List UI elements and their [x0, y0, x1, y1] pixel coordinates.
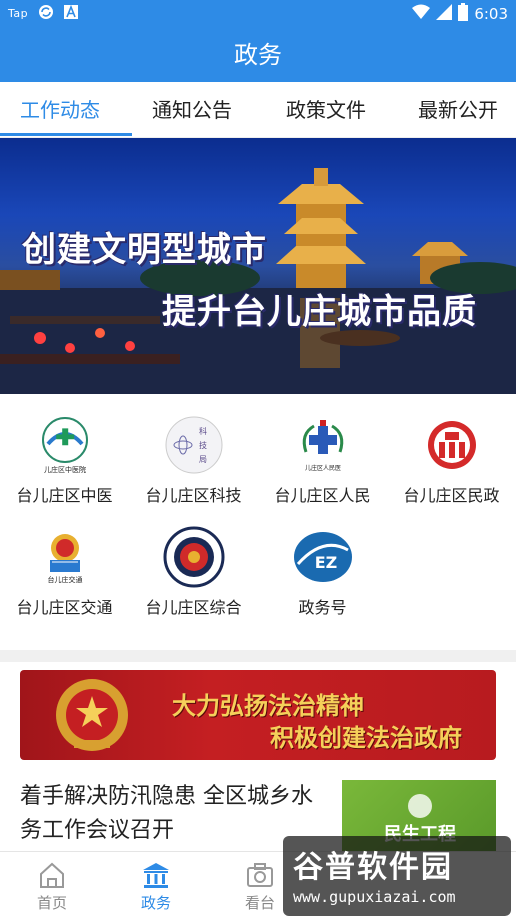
banner-carousel[interactable]: 创建文明型城市 提升台儿庄城市品质	[0, 138, 516, 394]
department-label: 台儿庄区民政	[403, 486, 500, 505]
science-logo-text: 科	[199, 426, 207, 436]
signal-icon	[436, 4, 453, 24]
department-item[interactable]: EZ 政务号	[258, 516, 387, 618]
department-item[interactable]: 儿庄区中医院 台儿庄区中医	[0, 404, 129, 506]
app-notification-icon	[64, 4, 79, 22]
tab-notices[interactable]: 通知公告	[152, 82, 232, 138]
department-item[interactable]: 儿庄区人民医 台儿庄区人民	[258, 404, 387, 506]
watermark-title: 谷普软件园	[293, 850, 453, 885]
national-emblem-icon	[56, 679, 128, 751]
section-divider	[0, 650, 516, 662]
department-label: 台儿庄区科技	[145, 486, 242, 505]
department-item[interactable]: 台儿庄区综合	[129, 516, 258, 618]
status-left: Tap	[8, 4, 79, 23]
svg-text:儿庄区人民医: 儿庄区人民医	[304, 464, 340, 472]
banner-headline-1: 创建文明型城市	[22, 230, 267, 270]
ez-logo-icon: EZ	[293, 532, 352, 582]
wifi-icon	[412, 4, 431, 24]
status-bar: Tap 6:03	[0, 0, 516, 28]
department-label: 台儿庄区综合	[145, 598, 242, 617]
svg-text:EZ: EZ	[314, 553, 337, 572]
category-tabs: 工作动态 通知公告 政策文件 最新公开	[0, 82, 516, 138]
home-icon	[40, 862, 64, 888]
svg-text:台儿庄交通: 台儿庄交通	[47, 575, 82, 584]
transport-logo-icon: 台儿庄交通	[47, 534, 82, 584]
department-item[interactable]: 科 技 局 台儿庄区科技	[129, 404, 258, 506]
law-enforcement-logo-icon	[163, 526, 224, 588]
status-right: 6:03	[412, 3, 508, 25]
tab-latest-disclosure[interactable]: 最新公开	[418, 82, 498, 138]
peoples-hospital-logo-icon: 儿庄区人民医	[302, 420, 343, 472]
svg-text:局: 局	[199, 455, 207, 464]
hospital-logo-text: 儿庄区中医院	[44, 465, 86, 474]
battery-icon	[458, 3, 469, 25]
watermark-url: www.gupuxiazai.com	[293, 888, 456, 906]
sync-icon	[38, 4, 54, 23]
nav-government-label: 政务	[140, 894, 171, 912]
department-label: 政务号	[298, 598, 347, 617]
department-label: 台儿庄区中医	[16, 486, 113, 505]
tab-work-news[interactable]: 工作动态	[20, 82, 100, 138]
civil-affairs-logo-icon	[427, 421, 476, 469]
department-label: 台儿庄区交通	[16, 598, 113, 617]
banner-headline-2: 提升台儿庄城市品质	[162, 292, 477, 332]
department-item[interactable]: 台儿庄交通 台儿庄区交通	[0, 516, 129, 618]
site-watermark: 谷普软件园 www.gupuxiazai.com	[283, 836, 511, 916]
page-title: 政务	[0, 28, 516, 82]
camera-icon	[247, 863, 273, 887]
carrier-label: Tap	[8, 7, 29, 20]
hospital-logo-icon: 儿庄区中医院	[41, 417, 88, 474]
nav-home-label: 首页	[36, 894, 67, 912]
science-bureau-logo-icon: 科 技 局	[165, 416, 222, 474]
department-label: 台儿庄区人民	[274, 486, 371, 505]
government-icon	[143, 863, 169, 888]
department-grid: 儿庄区中医院 台儿庄区中医 科 技 局 台儿庄区科技 儿庄区人民医 台儿庄区人民	[0, 404, 516, 646]
promo-banner[interactable]: 大力弘扬法治精神 积极创建法治政府	[20, 670, 496, 760]
department-item[interactable]: 台儿庄区民政	[387, 404, 516, 506]
status-time: 6:03	[474, 5, 508, 23]
svg-text:技: 技	[199, 440, 207, 450]
nav-home[interactable]: 首页	[0, 852, 104, 918]
promo-text-2: 积极创建法治政府	[270, 724, 462, 752]
tab-policy-documents[interactable]: 政策文件	[286, 82, 366, 138]
nav-government[interactable]: 政务	[104, 852, 208, 918]
promo-text-1: 大力弘扬法治精神	[172, 692, 364, 720]
active-tab-indicator	[0, 133, 132, 136]
